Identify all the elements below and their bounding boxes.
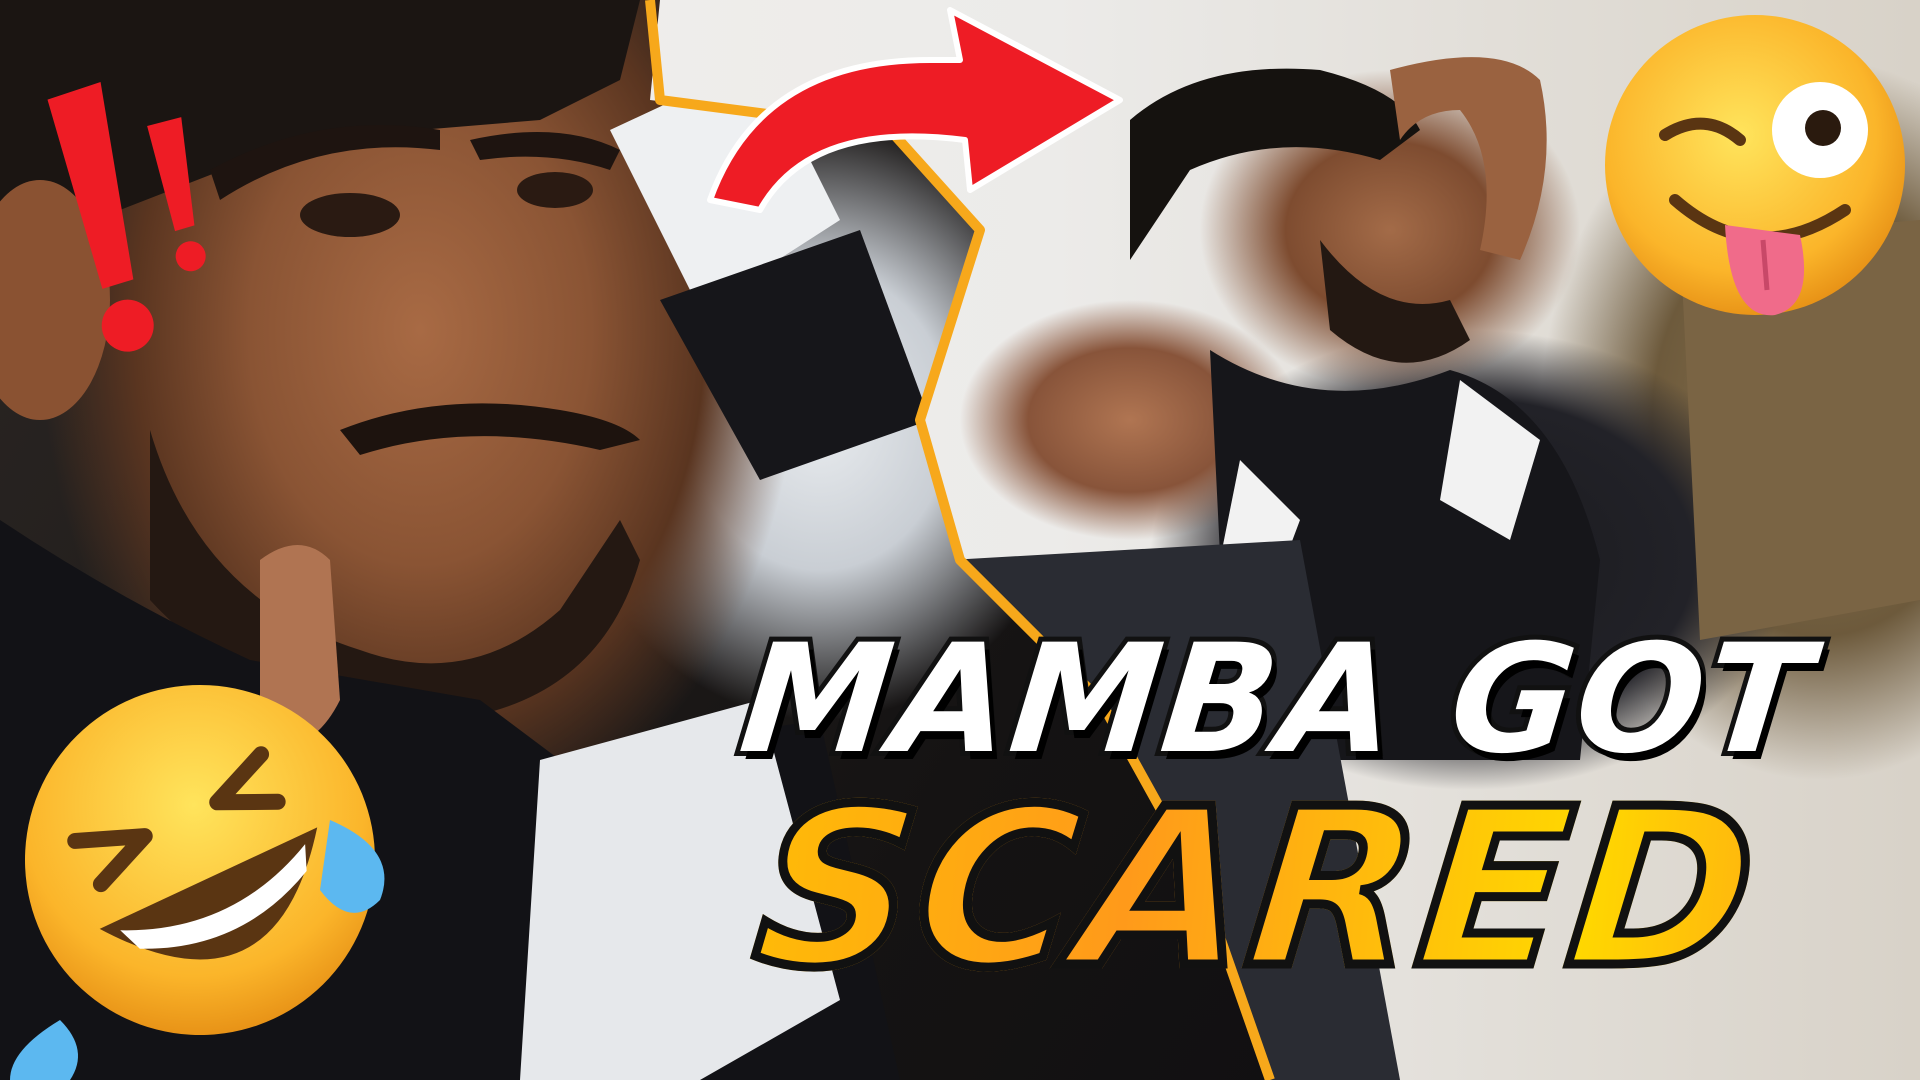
headline-line-1: MAMBA GOT	[728, 608, 1825, 792]
rolling-laughing-emoji	[10, 685, 385, 1080]
winking-tongue-emoji	[1605, 15, 1905, 316]
thumbnail-canvas: MAMBA GOT SCARED	[0, 0, 1920, 1080]
headline-line-2: SCARED	[595, 759, 1919, 1021]
headline: MAMBA GOT SCARED	[595, 608, 1920, 1021]
curved-arrow-icon	[707, 7, 1123, 213]
double-exclamation-icon	[47, 82, 206, 352]
